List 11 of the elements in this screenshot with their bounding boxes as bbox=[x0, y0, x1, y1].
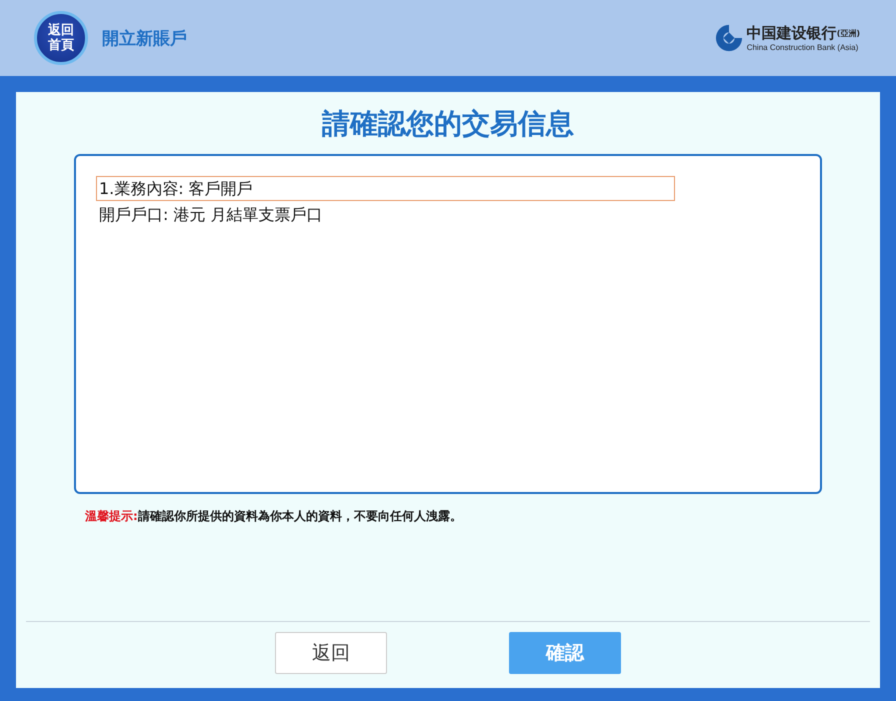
logo-icon bbox=[714, 24, 743, 52]
page-heading: 請確認您的交易信息 bbox=[320, 106, 575, 142]
home-button[interactable]: 返回 首頁 bbox=[34, 11, 88, 65]
page-title: 開立新賬戶 bbox=[102, 28, 187, 50]
bank-name-english: China Construction Bank (Asia) bbox=[746, 43, 860, 52]
detail-line: 開戶戶口: 港元 月結單支票戶口 bbox=[98, 204, 324, 226]
bank-region: (亞洲) bbox=[836, 28, 860, 39]
bank-name: 中国建设银行 bbox=[746, 24, 837, 43]
notice-label: 溫馨提示: bbox=[85, 509, 138, 523]
notice-text: 請確認你所提供的資料為你本人的資料，不要向任何人洩露。 bbox=[138, 509, 462, 523]
back-button[interactable]: 返回 bbox=[275, 632, 387, 674]
